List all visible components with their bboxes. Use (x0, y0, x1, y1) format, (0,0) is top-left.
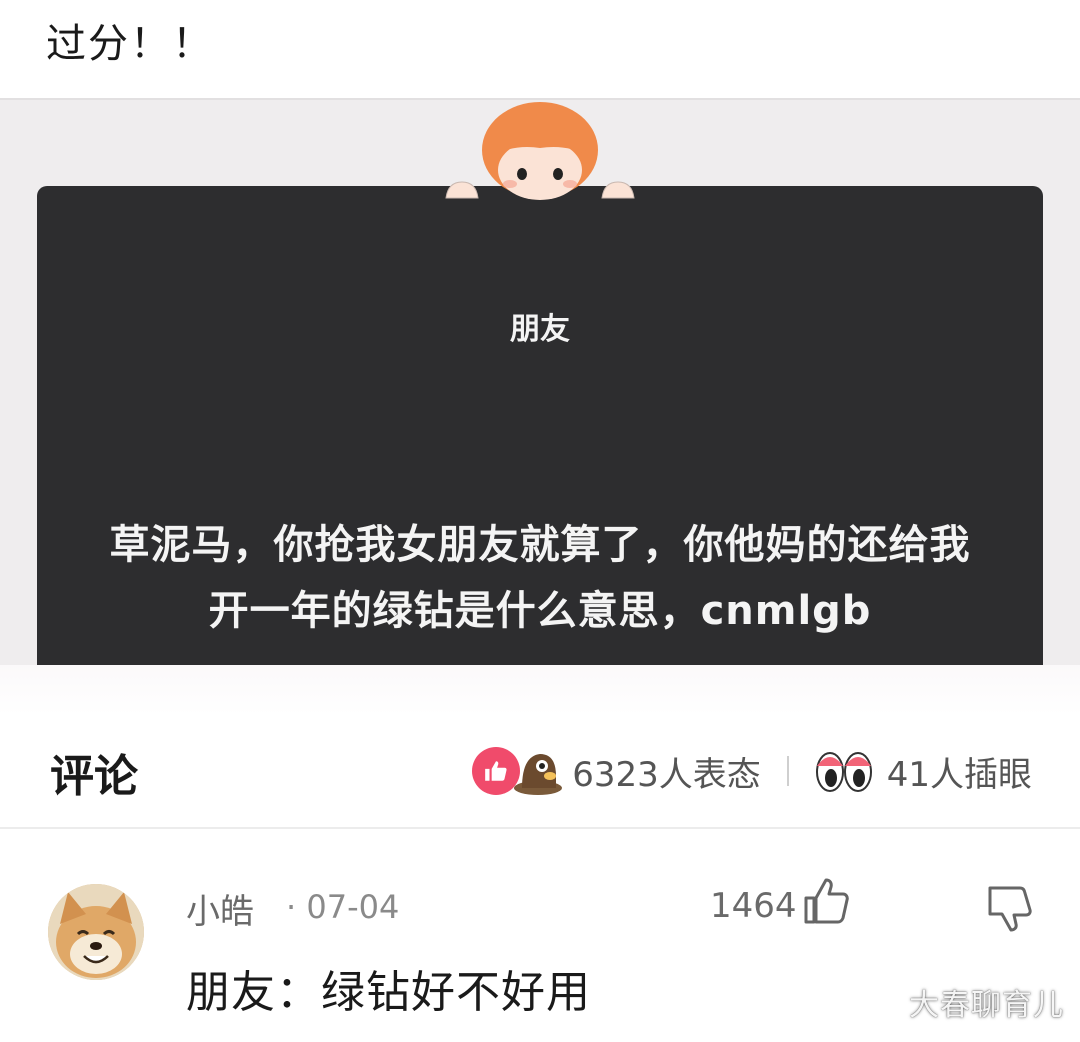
comments-header: 评论 6323人表态 41人插眼 (0, 715, 1080, 829)
image-bottom-fade (0, 665, 1080, 715)
thumb-up-icon[interactable] (802, 876, 850, 926)
meme-image[interactable]: 朋友 草泥马，你抢我女朋友就算了，你他妈的还给我开一年的绿钻是什么意思，cnml… (0, 98, 1080, 665)
meme-board-heading: 朋友 (510, 312, 570, 347)
watermark: 大春聊育儿 (909, 988, 1064, 1023)
reactions-count: 6323人表态 (572, 754, 761, 795)
post-title: 过分！！ (46, 21, 214, 67)
stare-count: 41人插眼 (886, 754, 1032, 795)
comment-username[interactable]: 小皓 (186, 884, 254, 933)
eyes-emoji-icon (815, 752, 872, 792)
meme-board-text: 草泥马，你抢我女朋友就算了，你他妈的还给我开一年的绿钻是什么意思，cnmlgb (109, 522, 971, 634)
cartoon-girl-illustration (445, 102, 635, 200)
comments-title: 评论 (50, 751, 138, 802)
reaction-stats[interactable]: 6323人表态 41人插眼 (472, 743, 1032, 799)
comment-like-count: 1464 (710, 886, 797, 926)
comment-date: · 07-04 (286, 888, 400, 926)
avatar[interactable] (48, 884, 144, 980)
meme-board: 朋友 草泥马，你抢我女朋友就算了，你他妈的还给我开一年的绿钻是什么意思，cnml… (37, 186, 1043, 665)
like-badge-icon (472, 747, 521, 795)
stats-divider (786, 756, 789, 786)
shiba-avatar-icon (48, 884, 144, 980)
comment-body: 朋友：绿钻好不好用 (186, 967, 591, 1018)
thumb-down-icon[interactable] (986, 884, 1034, 934)
